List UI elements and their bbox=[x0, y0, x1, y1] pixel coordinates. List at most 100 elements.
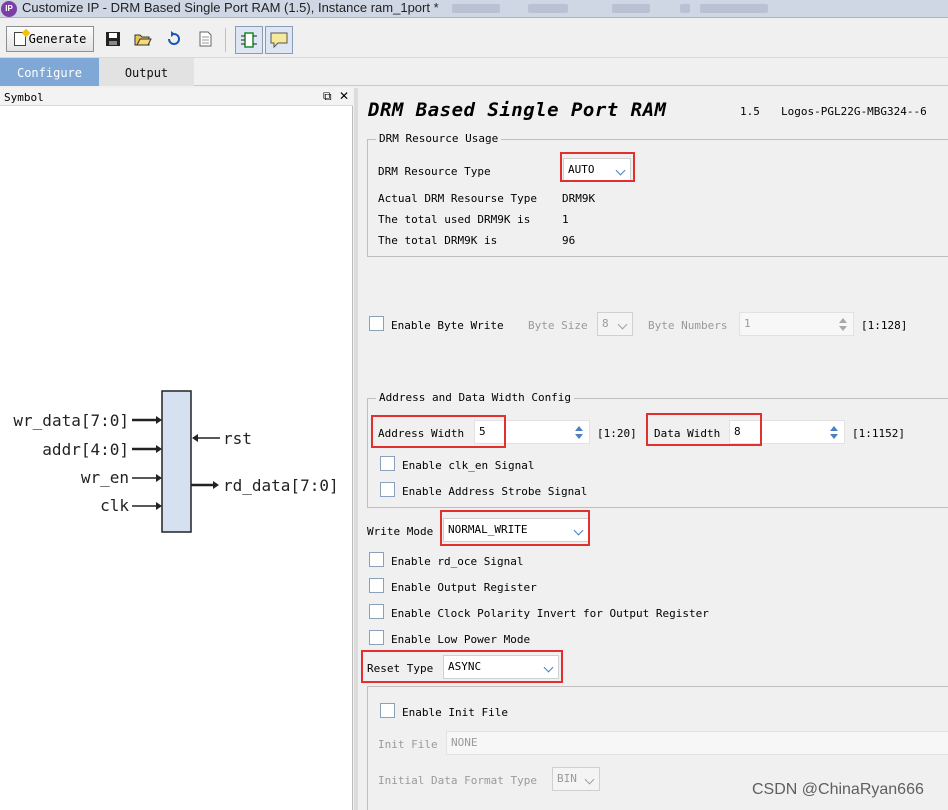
symbol-panel: Symbol ⧉ ✕ wr_data[7:0] addr[4:0] wr_en … bbox=[0, 88, 353, 810]
port-label-wr-data: wr_data[7:0] bbox=[13, 411, 129, 430]
ip-title: DRM Based Single Port RAM bbox=[368, 99, 667, 121]
chip-symbol-icon bbox=[241, 32, 257, 48]
ip-symbol-diagram: wr_data[7:0] addr[4:0] wr_en clk rst rd_… bbox=[13, 390, 339, 533]
comment-toggle[interactable] bbox=[265, 26, 293, 54]
actual-drm-type-label: Actual DRM Resourse Type bbox=[378, 192, 537, 205]
byte-size-value: 8 bbox=[602, 317, 609, 330]
enable-clock-polarity-checkbox[interactable] bbox=[369, 604, 384, 619]
enable-byte-write-checkbox[interactable] bbox=[369, 316, 384, 331]
enable-address-strobe-checkbox[interactable] bbox=[380, 482, 395, 497]
ip-block bbox=[161, 390, 192, 533]
tab-bar: Configure Output bbox=[0, 58, 948, 86]
toolbar-separator bbox=[225, 28, 226, 52]
config-panel: DRM Based Single Port RAM 1.5 Logos-PGL2… bbox=[358, 88, 948, 810]
write-mode-label: Write Mode bbox=[367, 525, 434, 538]
spin-down-icon[interactable] bbox=[575, 434, 583, 439]
spin-up-icon[interactable] bbox=[839, 318, 847, 323]
drm-resource-type-select[interactable]: AUTO bbox=[563, 158, 631, 182]
address-width-label: Address Width bbox=[378, 427, 465, 440]
byte-numbers-value: 1 bbox=[744, 317, 751, 330]
enable-rd-oce-checkbox[interactable] bbox=[369, 552, 384, 567]
address-data-width-group-title: Address and Data Width Config bbox=[376, 391, 575, 404]
data-width-label: Data Width bbox=[654, 427, 721, 440]
byte-size-label: Byte Size bbox=[528, 319, 588, 332]
generate-label: Generate bbox=[28, 32, 87, 46]
port-label-rd-data: rd_data[7:0] bbox=[223, 476, 339, 495]
spin-up-icon[interactable] bbox=[830, 426, 838, 431]
blurred-menu-item bbox=[700, 4, 768, 13]
refresh-icon[interactable] bbox=[165, 30, 183, 48]
open-folder-icon[interactable] bbox=[134, 30, 152, 48]
byte-numbers-label: Byte Numbers bbox=[648, 319, 728, 332]
byte-size-select[interactable]: 8 bbox=[597, 312, 633, 336]
port-label-wr-en: wr_en bbox=[81, 468, 129, 487]
enable-byte-write-label: Enable Byte Write bbox=[391, 319, 504, 332]
chevron-down-icon bbox=[584, 774, 595, 785]
port-label-rst: rst bbox=[223, 429, 252, 448]
tab-output[interactable]: Output bbox=[99, 58, 194, 86]
reset-type-label: Reset Type bbox=[367, 662, 434, 675]
enable-clk-en-label: Enable clk_en Signal bbox=[402, 459, 535, 472]
drm-resource-type-value: AUTO bbox=[568, 163, 595, 176]
title-bar: IP Customize IP - DRM Based Single Port … bbox=[0, 0, 948, 18]
addr-port-arrow bbox=[156, 445, 162, 453]
chip-symbol-toggle[interactable] bbox=[235, 26, 263, 54]
initial-data-format-select[interactable]: BIN bbox=[552, 767, 600, 791]
spin-down-icon[interactable] bbox=[830, 434, 838, 439]
reset-type-select[interactable]: ASYNC bbox=[443, 655, 559, 679]
enable-output-register-checkbox[interactable] bbox=[369, 578, 384, 593]
initial-data-format-label: Initial Data Format Type bbox=[378, 774, 537, 787]
init-file-value: NONE bbox=[451, 736, 478, 749]
toolbar: Generate bbox=[0, 18, 948, 58]
enable-clock-polarity-label: Enable Clock Polarity Invert for Output … bbox=[391, 607, 709, 620]
total-used-drm-value: 1 bbox=[562, 213, 569, 226]
enable-clk-en-checkbox[interactable] bbox=[380, 456, 395, 471]
ip-logo-icon: IP bbox=[1, 1, 17, 17]
total-drm-label: The total DRM9K is bbox=[378, 234, 498, 247]
ip-version: 1.5 bbox=[740, 105, 760, 118]
address-width-range: [1:20] bbox=[597, 427, 637, 440]
spin-down-icon[interactable] bbox=[839, 326, 847, 331]
write-mode-value: NORMAL_WRITE bbox=[448, 523, 528, 536]
wr-data-port-arrow bbox=[156, 416, 162, 424]
enable-low-power-label: Enable Low Power Mode bbox=[391, 633, 531, 646]
blurred-menu-item bbox=[452, 4, 500, 13]
total-used-drm-label: The total used DRM9K is bbox=[378, 213, 531, 226]
init-file-input[interactable]: NONE bbox=[446, 731, 948, 755]
data-width-range: [1:1152] bbox=[852, 427, 905, 440]
drm-resource-type-label: DRM Resource Type bbox=[378, 165, 491, 178]
drm-resource-group-title: DRM Resource Usage bbox=[376, 132, 502, 145]
write-mode-select[interactable]: NORMAL_WRITE bbox=[443, 518, 589, 542]
data-width-value: 8 bbox=[734, 425, 741, 438]
rst-port-arrow bbox=[192, 434, 198, 442]
enable-init-file-checkbox[interactable] bbox=[380, 703, 395, 718]
window-title: Customize IP - DRM Based Single Port RAM… bbox=[22, 0, 439, 15]
blurred-menu-item bbox=[612, 4, 650, 13]
device-name: Logos-PGL22G-MBG324--6 bbox=[781, 105, 927, 118]
port-label-addr: addr[4:0] bbox=[42, 440, 129, 459]
generate-button[interactable]: Generate bbox=[6, 26, 94, 52]
enable-address-strobe-label: Enable Address Strobe Signal bbox=[402, 485, 588, 498]
enable-init-file-label: Enable Init File bbox=[402, 706, 508, 719]
blurred-menu-item bbox=[528, 4, 568, 13]
address-width-value: 5 bbox=[479, 425, 486, 438]
document-icon[interactable] bbox=[196, 30, 214, 48]
total-drm-value: 96 bbox=[562, 234, 576, 247]
wr-en-port-arrow bbox=[156, 474, 162, 482]
enable-low-power-checkbox[interactable] bbox=[369, 630, 384, 645]
enable-rd-oce-label: Enable rd_oce Signal bbox=[391, 555, 524, 568]
address-width-spinbox[interactable]: 5 bbox=[474, 420, 590, 444]
generate-icon bbox=[13, 32, 26, 46]
chevron-down-icon bbox=[573, 525, 584, 536]
initial-data-format-value: BIN bbox=[557, 772, 577, 785]
byte-numbers-range: [1:128] bbox=[861, 319, 908, 332]
comment-icon bbox=[270, 32, 288, 49]
tab-configure[interactable]: Configure bbox=[0, 58, 99, 86]
byte-numbers-spinbox[interactable]: 1 bbox=[739, 312, 854, 336]
chevron-down-icon bbox=[543, 662, 554, 673]
spin-up-icon[interactable] bbox=[575, 426, 583, 431]
actual-drm-type-value: DRM9K bbox=[562, 192, 596, 205]
save-icon[interactable] bbox=[104, 30, 122, 48]
chevron-down-icon bbox=[615, 165, 626, 176]
data-width-spinbox[interactable]: 8 bbox=[729, 420, 845, 444]
